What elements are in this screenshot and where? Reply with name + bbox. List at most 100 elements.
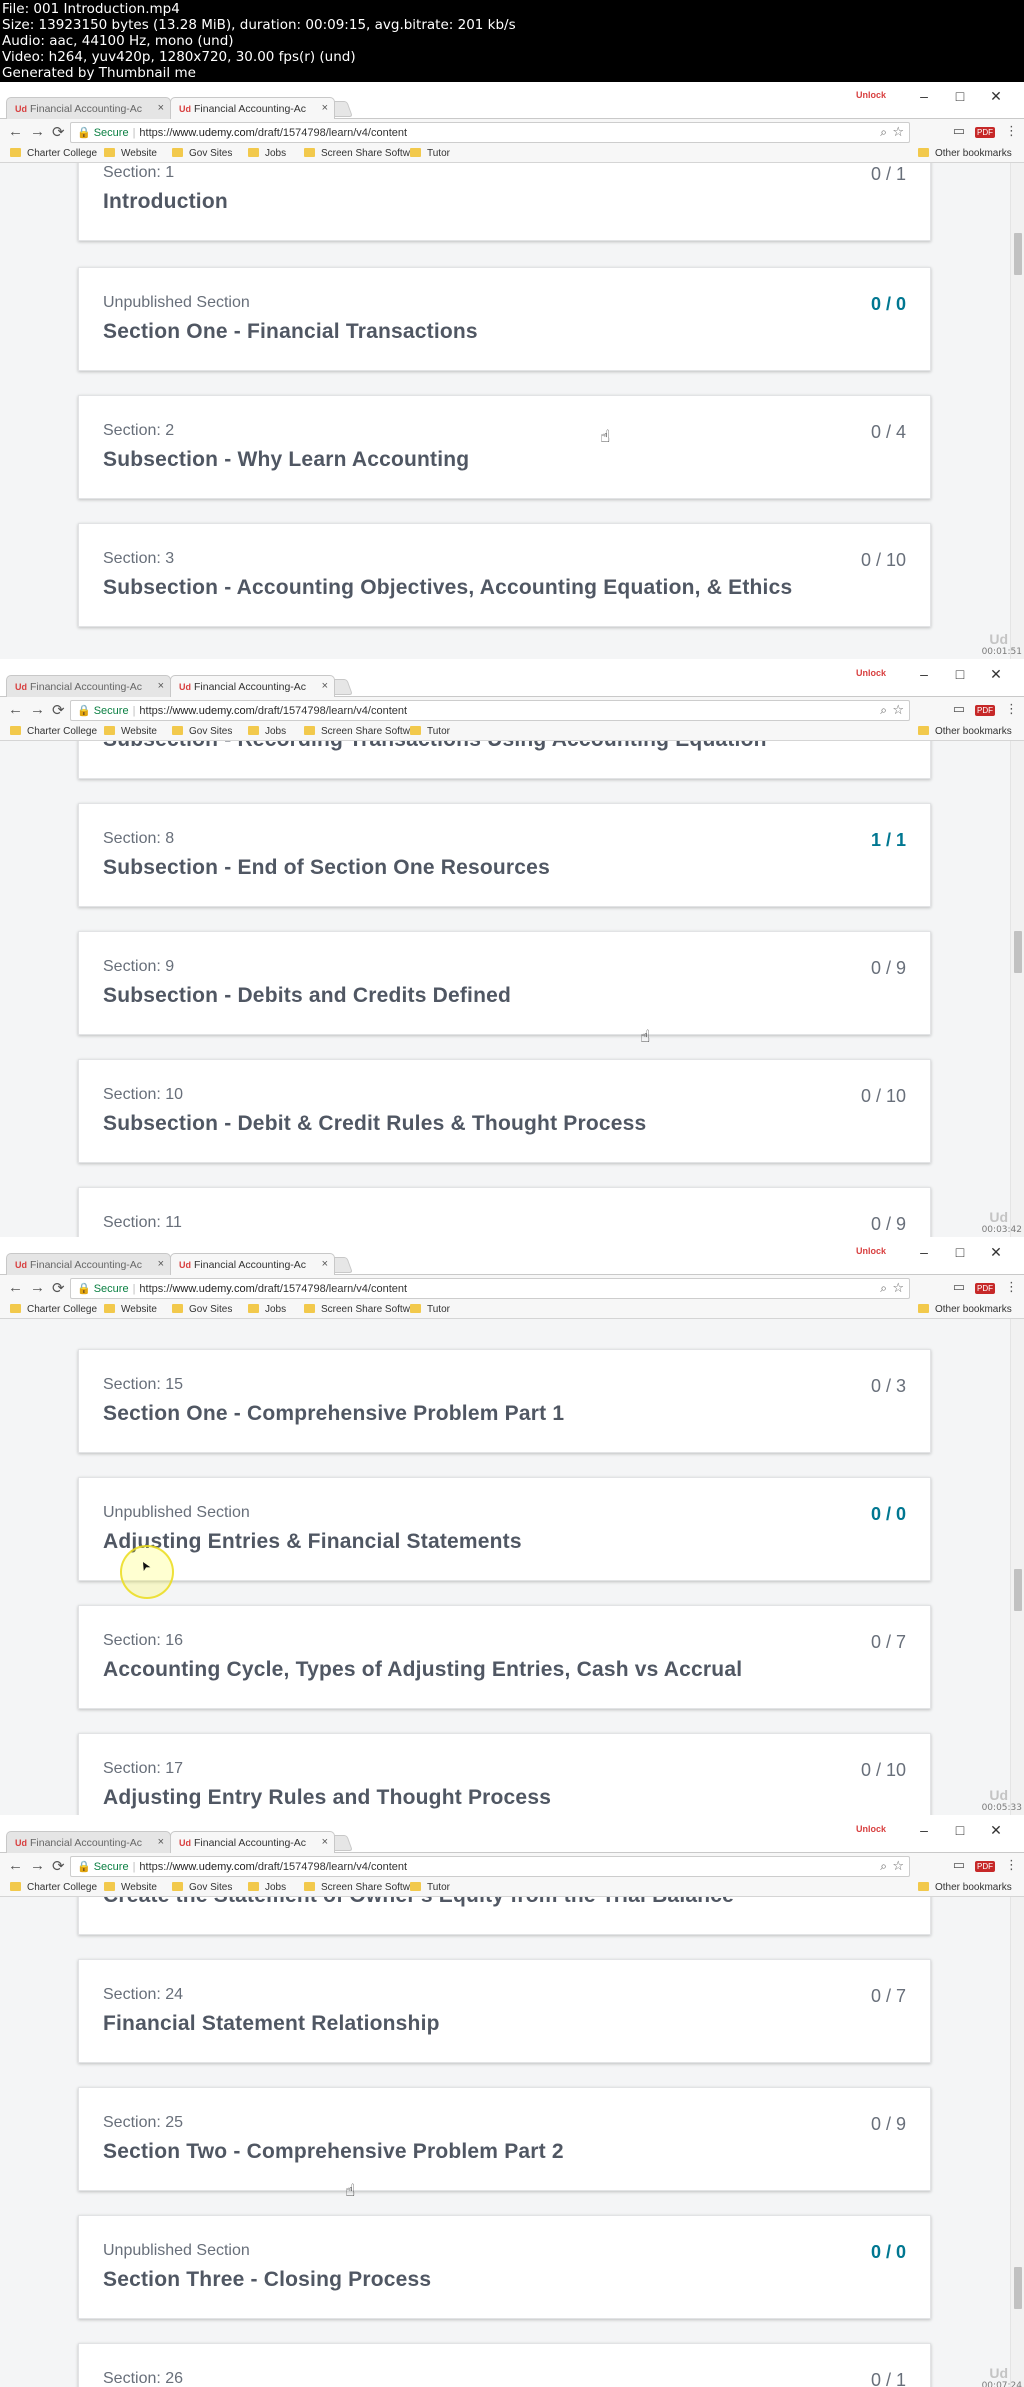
section-card[interactable]: Section: 9 Subsection - Debits and Credit… <box>78 931 931 1035</box>
bookmark-item[interactable]: Charter College <box>10 148 97 159</box>
bookmark-item[interactable]: Gov Sites <box>172 148 232 159</box>
section-card[interactable]: Section: 11 0 / 9 <box>78 1187 931 1237</box>
address-bar[interactable]: 🔒 Secure | https://www.udemy.com/draft/1574… <box>70 700 910 721</box>
minimize-icon[interactable]: – <box>906 1244 942 1260</box>
close-icon[interactable]: ✕ <box>978 1244 1014 1261</box>
pdf-extension-icon[interactable]: PDF <box>975 127 995 138</box>
address-bar[interactable]: 🔒 Secure | https://www.udemy.com/draft/1574… <box>70 1278 910 1299</box>
bookmark-item[interactable]: Gov Sites <box>172 1304 232 1315</box>
maximize-icon[interactable]: □ <box>942 666 978 682</box>
tab-close-icon[interactable]: × <box>322 680 328 692</box>
forward-arrow-icon[interactable]: → <box>30 1857 45 1874</box>
section-card[interactable]: Section: 1 Introduction 0 / 1 <box>78 163 931 241</box>
bookmark-item[interactable]: Website <box>104 726 157 737</box>
cast-icon[interactable]: ▭ <box>953 701 965 716</box>
maximize-icon[interactable]: □ <box>942 1822 978 1838</box>
extension-badge[interactable]: Unlock <box>856 90 886 100</box>
browser-tab[interactable]: Ud Financial Accounting-Ac × <box>170 1831 335 1853</box>
section-card[interactable]: Section: 3 Subsection - Accounting Object… <box>78 523 931 627</box>
bookmark-item[interactable]: Jobs <box>248 1304 286 1315</box>
extension-badge[interactable]: Unlock <box>856 668 886 678</box>
bookmark-item[interactable]: Screen Share Softwa <box>304 148 416 159</box>
bookmark-item[interactable]: Website <box>104 1882 157 1893</box>
address-bar[interactable]: 🔒 Secure | https://www.udemy.com/draft/1574… <box>70 122 910 143</box>
extension-badge[interactable]: Unlock <box>856 1246 886 1256</box>
zoom-icon[interactable]: ⌕ <box>880 1859 887 1874</box>
pdf-extension-icon[interactable]: PDF <box>975 705 995 716</box>
maximize-icon[interactable]: □ <box>942 88 978 104</box>
browser-tab[interactable]: Ud Financial Accounting-Ac × <box>6 97 171 119</box>
zoom-icon[interactable]: ⌕ <box>880 703 887 718</box>
tab-close-icon[interactable]: × <box>322 102 328 114</box>
minimize-icon[interactable]: – <box>906 666 942 682</box>
bookmark-star-icon[interactable]: ☆ <box>892 124 904 140</box>
forward-arrow-icon[interactable]: → <box>30 123 45 140</box>
tab-close-icon[interactable]: × <box>322 1258 328 1270</box>
reload-icon[interactable]: ⟳ <box>52 1279 65 1297</box>
cast-icon[interactable]: ▭ <box>953 1857 965 1872</box>
section-card[interactable]: Section: 2 Subsection - Why Learn Account… <box>78 395 931 499</box>
browser-tab[interactable]: Ud Financial Accounting-Ac × <box>6 675 171 697</box>
bookmark-item[interactable]: Tutor <box>410 1882 450 1893</box>
page-scrollbar[interactable] <box>1010 1319 1024 1815</box>
zoom-icon[interactable]: ⌕ <box>880 1281 887 1296</box>
extension-badge[interactable]: Unlock <box>856 1824 886 1834</box>
forward-arrow-icon[interactable]: → <box>30 701 45 718</box>
bookmark-item[interactable]: Website <box>104 1304 157 1315</box>
back-arrow-icon[interactable]: ← <box>8 123 23 140</box>
other-bookmarks[interactable]: Other bookmarks <box>918 1882 1012 1893</box>
bookmark-item[interactable]: Charter College <box>10 1882 97 1893</box>
bookmark-star-icon[interactable]: ☆ <box>892 1858 904 1874</box>
page-scrollbar[interactable] <box>1010 741 1024 1237</box>
section-card[interactable]: Subsection - Recording Transactions Usin… <box>78 741 931 779</box>
bookmark-item[interactable]: Screen Share Softwa <box>304 1304 416 1315</box>
page-scrollbar[interactable] <box>1010 1897 1024 2387</box>
section-card[interactable]: Unpublished Section Adjusting Entries & F… <box>78 1477 931 1581</box>
bookmark-item[interactable]: Tutor <box>410 1304 450 1315</box>
bookmark-item[interactable]: Gov Sites <box>172 726 232 737</box>
cast-icon[interactable]: ▭ <box>953 1279 965 1294</box>
zoom-icon[interactable]: ⌕ <box>880 125 887 140</box>
bookmark-item[interactable]: Jobs <box>248 1882 286 1893</box>
minimize-icon[interactable]: – <box>906 1822 942 1838</box>
bookmark-item[interactable]: Gov Sites <box>172 1882 232 1893</box>
scrollbar-thumb[interactable] <box>1014 2267 1022 2309</box>
close-icon[interactable]: ✕ <box>978 666 1014 683</box>
bookmark-item[interactable]: Tutor <box>410 148 450 159</box>
tab-close-icon[interactable]: × <box>158 680 164 692</box>
section-card[interactable]: Section: 8 Subsection - End of Section On… <box>78 803 931 907</box>
section-card[interactable]: Section: 25 Section Two - Comprehensive P… <box>78 2087 931 2191</box>
section-card[interactable]: Unpublished Section Section One - Financi… <box>78 267 931 371</box>
bookmark-star-icon[interactable]: ☆ <box>892 702 904 718</box>
back-arrow-icon[interactable]: ← <box>8 1279 23 1296</box>
section-card[interactable]: Create the Statement of Owner's Equity f… <box>78 1897 931 1935</box>
tab-close-icon[interactable]: × <box>158 102 164 114</box>
minimize-icon[interactable]: – <box>906 88 942 104</box>
bookmark-item[interactable]: Website <box>104 148 157 159</box>
bookmark-item[interactable]: Tutor <box>410 726 450 737</box>
browser-tab[interactable]: Ud Financial Accounting-Ac × <box>170 1253 335 1275</box>
back-arrow-icon[interactable]: ← <box>8 1857 23 1874</box>
maximize-icon[interactable]: □ <box>942 1244 978 1260</box>
browser-tab[interactable]: Ud Financial Accounting-Ac × <box>170 97 335 119</box>
bookmark-item[interactable]: Charter College <box>10 1304 97 1315</box>
section-card[interactable]: Section: 16 Accounting Cycle, Types of Ad… <box>78 1605 931 1709</box>
other-bookmarks[interactable]: Other bookmarks <box>918 148 1012 159</box>
bookmark-item[interactable]: Charter College <box>10 726 97 737</box>
tab-close-icon[interactable]: × <box>158 1258 164 1270</box>
forward-arrow-icon[interactable]: → <box>30 1279 45 1296</box>
close-icon[interactable]: ✕ <box>978 1822 1014 1839</box>
section-card[interactable]: Section: 17 Adjusting Entry Rules and Tho… <box>78 1733 931 1815</box>
reload-icon[interactable]: ⟳ <box>52 701 65 719</box>
section-card[interactable]: Section: 24 Financial Statement Relations… <box>78 1959 931 2063</box>
reload-icon[interactable]: ⟳ <box>52 1857 65 1875</box>
menu-icon[interactable]: ⋮ <box>1005 701 1018 716</box>
menu-icon[interactable]: ⋮ <box>1005 1857 1018 1872</box>
scrollbar-thumb[interactable] <box>1014 931 1022 973</box>
section-card[interactable]: Unpublished Section Section Three - Closi… <box>78 2215 931 2319</box>
other-bookmarks[interactable]: Other bookmarks <box>918 1304 1012 1315</box>
reload-icon[interactable]: ⟳ <box>52 123 65 141</box>
browser-tab[interactable]: Ud Financial Accounting-Ac × <box>6 1253 171 1275</box>
browser-tab[interactable]: Ud Financial Accounting-Ac × <box>6 1831 171 1853</box>
other-bookmarks[interactable]: Other bookmarks <box>918 726 1012 737</box>
